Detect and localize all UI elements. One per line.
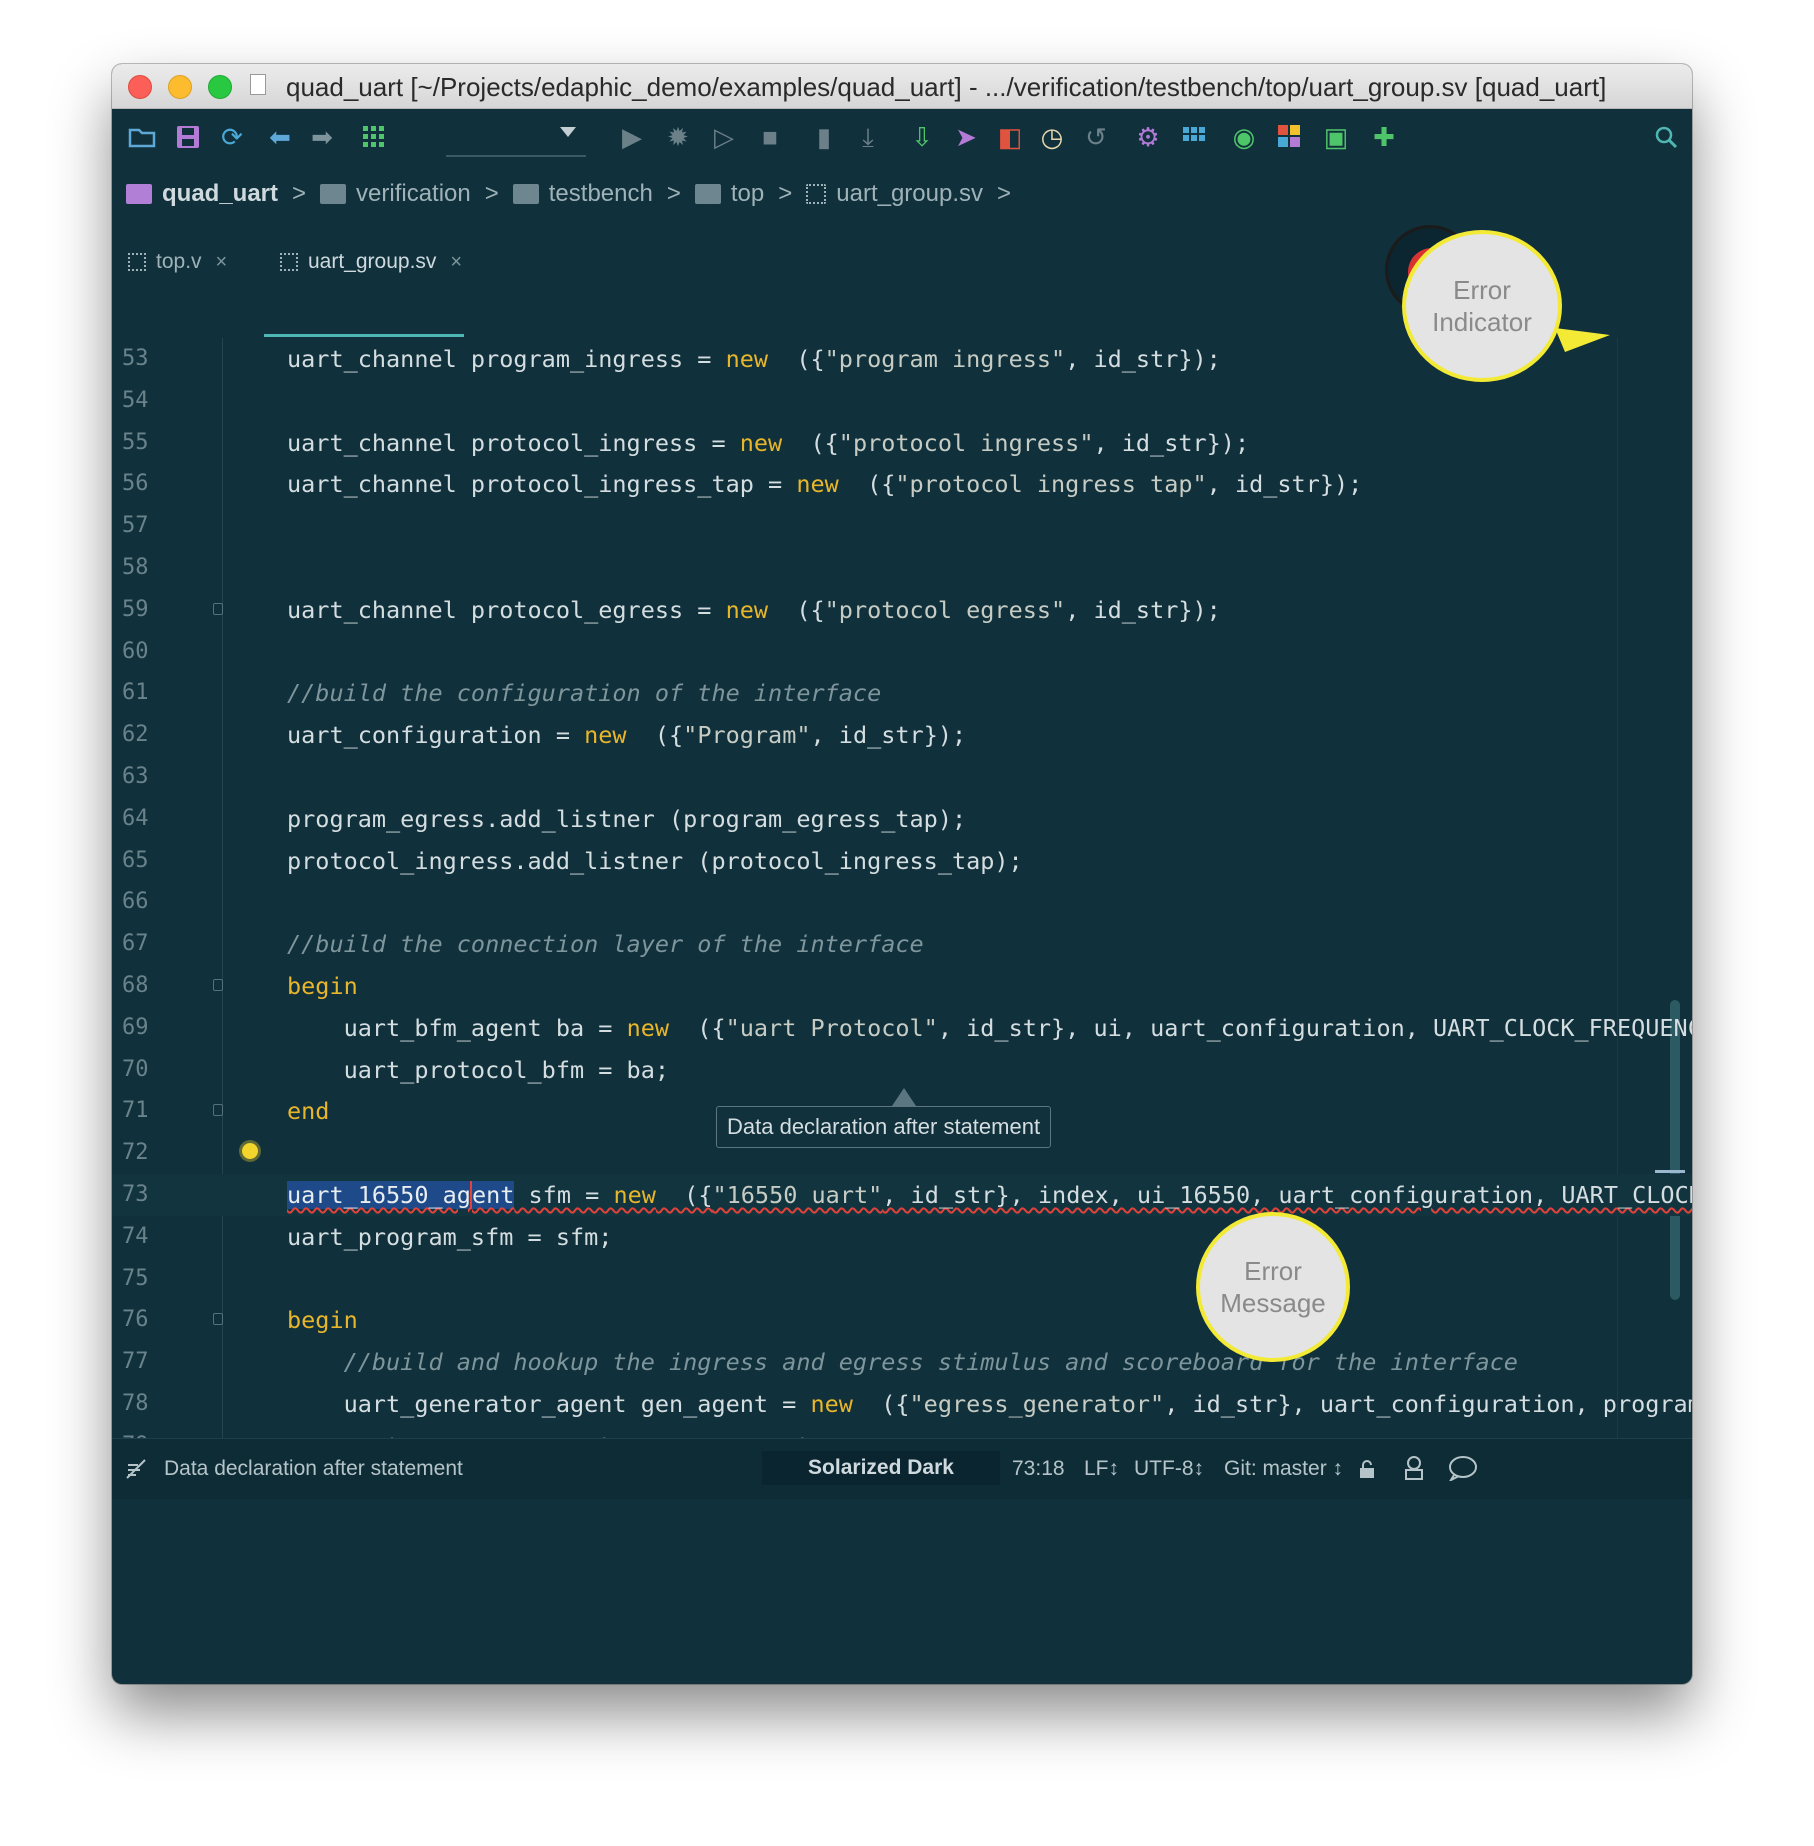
error-message-callout-label: Error Message — [1220, 1256, 1326, 1318]
error-indicator-callout: Error Indicator — [1402, 230, 1562, 382]
error-indicator-callout-label: Error Indicator — [1432, 275, 1532, 337]
error-message-callout: Error Message — [1196, 1212, 1350, 1362]
